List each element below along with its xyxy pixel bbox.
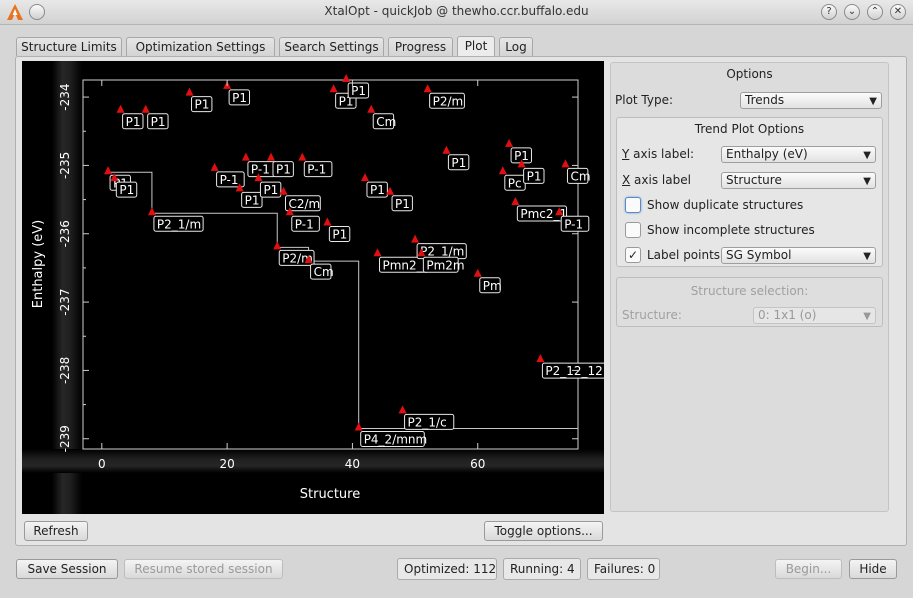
point-label: P-1 xyxy=(295,217,314,231)
point-label: P1 xyxy=(351,84,366,98)
chevron-down-icon: ▼ xyxy=(869,96,877,107)
trend-plot: P1P1P1P1P2_1/mP1P-1P1P1P-1P1P1P2/mC2/mP-… xyxy=(22,61,604,514)
point-label: P2_1/m xyxy=(157,217,201,231)
y-tick-label: -234 xyxy=(58,83,72,110)
point-label: P2_12_12 xyxy=(545,364,602,378)
point-label: P1 xyxy=(527,169,542,183)
tab-optimization-settings[interactable]: Optimization Settings xyxy=(126,37,275,56)
point-label: Cm xyxy=(314,265,334,279)
options-title: Options xyxy=(726,67,773,81)
close-button[interactable]: ✕ xyxy=(890,4,906,20)
x-tick-label: 40 xyxy=(345,457,360,471)
running-count: Running: 4 xyxy=(503,558,581,580)
tab-search-settings[interactable]: Search Settings xyxy=(279,37,384,56)
refresh-button[interactable]: Refresh xyxy=(24,521,88,541)
label-points-checkbox[interactable]: ✓ xyxy=(625,247,641,263)
point-label: P2_1/m xyxy=(420,245,464,259)
x-axis-combo[interactable]: Structure ▼ xyxy=(721,172,876,189)
show-incomplete-checkbox[interactable] xyxy=(625,222,641,238)
help-button[interactable]: ? xyxy=(821,4,837,20)
trend-options-title: Trend Plot Options xyxy=(694,122,805,136)
label-points-combo[interactable]: SG Symbol ▼ xyxy=(721,247,876,264)
trend-plot-options-group: Trend Plot Options Y axis label: Enthalp… xyxy=(616,117,883,267)
plot-type-combo[interactable]: Trends ▼ xyxy=(740,92,882,109)
point-label: P1 xyxy=(151,115,166,129)
point-label: P1 xyxy=(119,183,134,197)
x-axis-value: Structure xyxy=(726,173,782,187)
plot-type-value: Trends xyxy=(745,93,785,107)
show-incomplete-label: Show incomplete structures xyxy=(647,223,815,237)
resume-session-button[interactable]: Resume stored session xyxy=(124,559,283,579)
x-axis-label: Structure xyxy=(300,487,360,502)
show-duplicates-checkbox[interactable] xyxy=(625,197,641,213)
plot-type-label: Plot Type: xyxy=(615,93,674,107)
y-axis-combo[interactable]: Enthalpy (eV) ▼ xyxy=(721,146,876,163)
point-label: P1 xyxy=(263,183,278,197)
point-label: P4_2/mnm xyxy=(364,433,428,447)
tab-log[interactable]: Log xyxy=(499,37,533,56)
chevron-down-icon: ▼ xyxy=(863,251,871,262)
point-label: P1 xyxy=(195,98,210,112)
point-label: Pc xyxy=(508,176,522,190)
minimize-button[interactable]: ⌄ xyxy=(844,4,860,20)
point-label: Cm xyxy=(376,115,396,129)
point-label: P2/m xyxy=(433,94,464,108)
title-bar: XtalOpt - quickJob @ thewho.ccr.buffalo.… xyxy=(0,0,913,25)
tab-structure-limits[interactable]: Structure Limits xyxy=(16,37,122,56)
point-label: P1 xyxy=(126,115,141,129)
save-session-button[interactable]: Save Session xyxy=(16,559,118,579)
y-axis-value: Enthalpy (eV) xyxy=(726,147,808,161)
point-label: P1 xyxy=(332,228,347,242)
y-tick-label: -239 xyxy=(58,425,72,452)
failures-count: Failures: 0 xyxy=(587,558,660,580)
point-label: P1 xyxy=(232,91,247,105)
point-label: C2/m xyxy=(289,197,321,211)
point-label: P2_1/c xyxy=(408,415,447,429)
window-title: XtalOpt - quickJob @ thewho.ccr.buffalo.… xyxy=(324,4,589,18)
x-tick-label: 60 xyxy=(470,457,485,471)
point-label: P1 xyxy=(276,163,291,177)
point-label: P1 xyxy=(370,183,385,197)
tab-plot[interactable]: Plot xyxy=(457,36,495,57)
structure-selection-title: Structure selection: xyxy=(690,284,809,298)
y-axis-select-label: Y axis label: xyxy=(622,147,695,161)
y-axis-label: Enthalpy (eV) xyxy=(31,220,46,308)
label-points-value: SG Symbol xyxy=(726,248,792,262)
y-tick-label: -235 xyxy=(58,152,72,179)
point-label: P1 xyxy=(395,197,410,211)
point-label: P1 xyxy=(245,193,260,207)
point-marker xyxy=(342,74,351,82)
y-tick-label: -238 xyxy=(58,357,72,384)
maximize-button[interactable]: ⌃ xyxy=(867,4,883,20)
point-label: Pm xyxy=(483,279,502,293)
chevron-down-icon: ▼ xyxy=(863,176,871,187)
chevron-down-icon: ▼ xyxy=(863,150,871,161)
show-duplicates-label: Show duplicate structures xyxy=(647,198,804,212)
plot-area[interactable]: P1P1P1P1P2_1/mP1P-1P1P1P-1P1P1P2/mC2/mP-… xyxy=(22,61,604,514)
tab-progress[interactable]: Progress xyxy=(388,37,453,56)
point-label: P-1 xyxy=(564,217,583,231)
point-label: P-1 xyxy=(220,173,239,187)
optimized-count: Optimized: 112 xyxy=(397,558,497,580)
structure-selection-group: Structure selection: Structure: 0: 1x1 (… xyxy=(616,277,883,327)
structure-value: 0: 1x1 (o) xyxy=(758,308,817,322)
y-tick-label: -237 xyxy=(58,288,72,315)
label-points-label: Label points xyxy=(647,248,721,262)
chevron-down-icon: ▼ xyxy=(863,311,871,322)
begin-button[interactable]: Begin... xyxy=(775,559,842,579)
point-label: P-1 xyxy=(251,163,270,177)
point-label: Cm xyxy=(570,169,590,183)
structure-combo[interactable]: 0: 1x1 (o) ▼ xyxy=(753,307,876,324)
point-label: P1 xyxy=(451,156,466,170)
y-tick-label: -236 xyxy=(58,220,72,247)
point-label: P-1 xyxy=(307,163,326,177)
toggle-options-button[interactable]: Toggle options... xyxy=(484,521,603,541)
structure-label: Structure: xyxy=(622,308,682,322)
point-label: Pm2m xyxy=(426,258,464,272)
x-axis-select-label: X axis label xyxy=(622,173,691,187)
options-panel: Options Plot Type: Trends ▼ Trend Plot O… xyxy=(610,62,889,512)
hide-button[interactable]: Hide xyxy=(849,559,897,579)
x-tick-label: 0 xyxy=(98,457,106,471)
x-tick-label: 20 xyxy=(219,457,234,471)
